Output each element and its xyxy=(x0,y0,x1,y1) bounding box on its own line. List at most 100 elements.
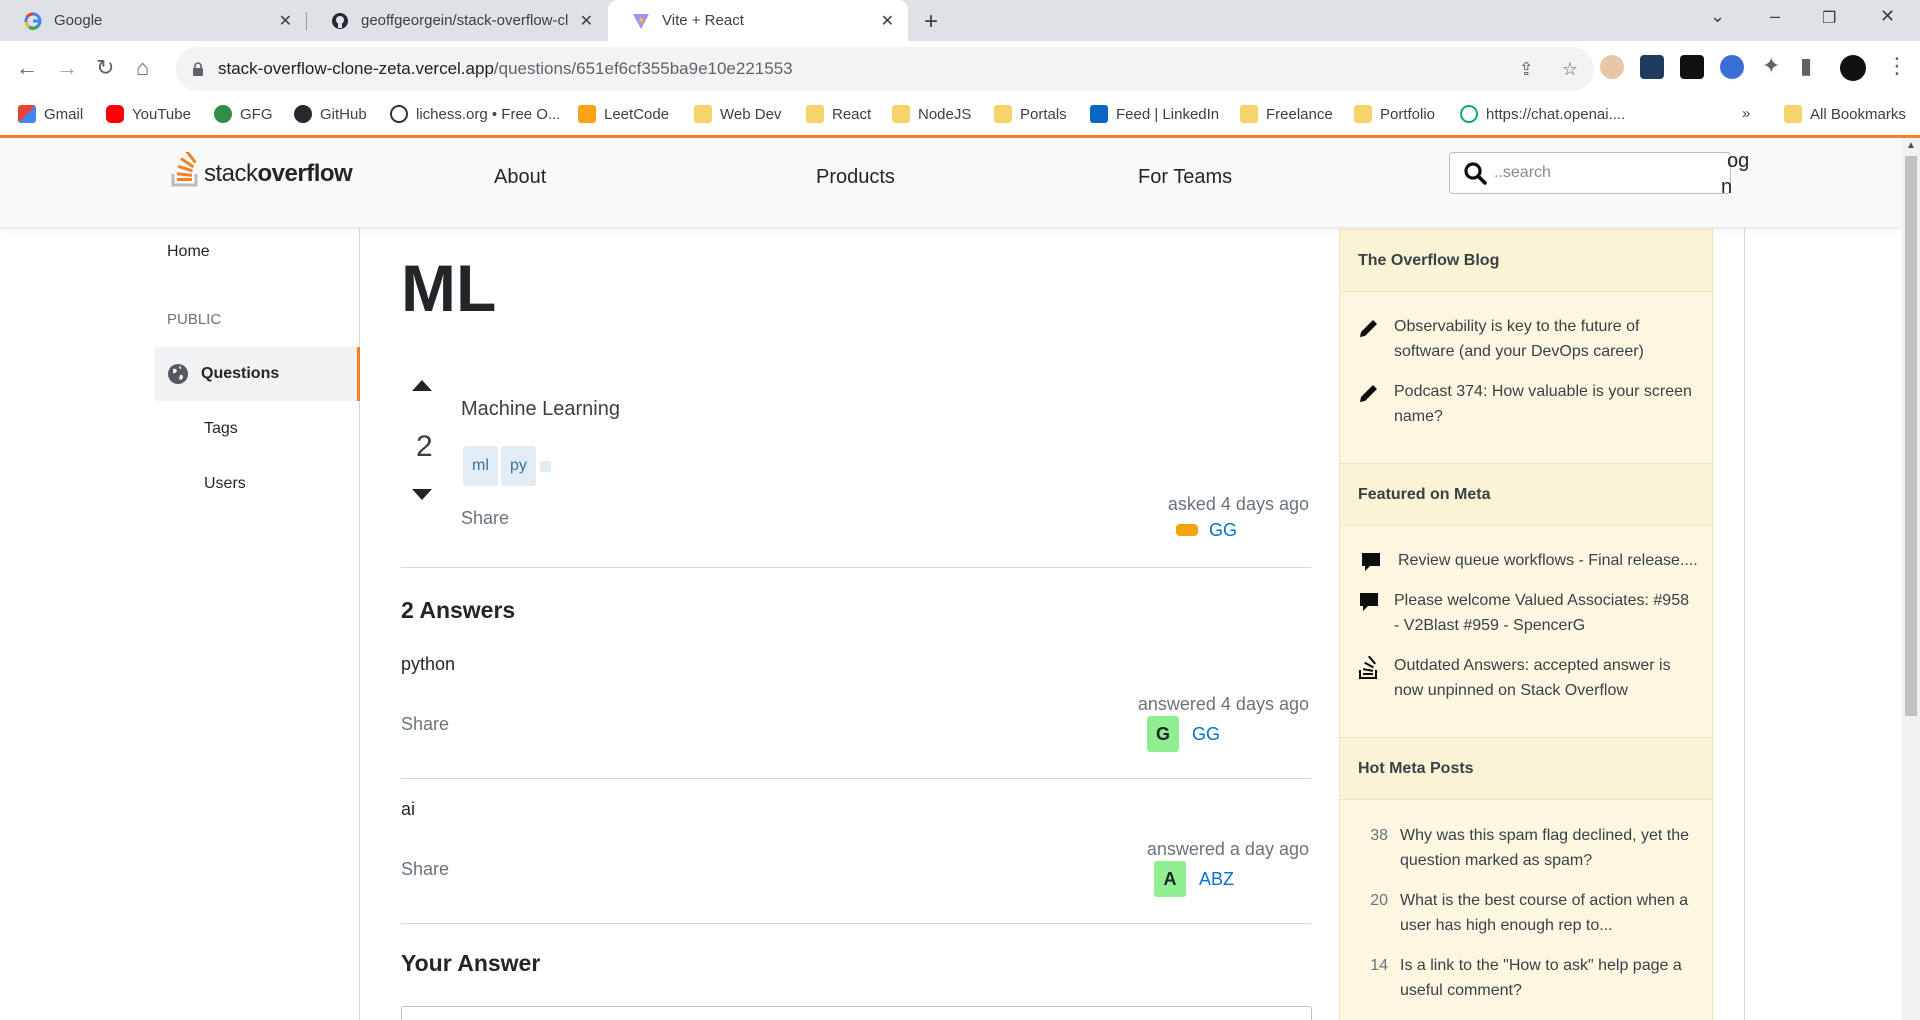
stackoverflow-logo[interactable]: stackoverflow xyxy=(170,152,353,188)
nav-tags[interactable]: Tags xyxy=(204,420,238,438)
blog-item[interactable]: Podcast 374: How valuable is your screen… xyxy=(1358,379,1698,429)
close-tab-icon[interactable]: ✕ xyxy=(881,11,894,31)
folder-icon xyxy=(994,105,1012,123)
answer-body: python xyxy=(401,654,456,674)
meta-item[interactable]: Please welcome Valued Associates: #958 -… xyxy=(1358,588,1698,638)
blog-item[interactable]: Observability is key to the future of so… xyxy=(1358,314,1698,364)
address-bar[interactable]: stack-overflow-clone-zeta.vercel.app/que… xyxy=(176,47,1594,91)
nav-home[interactable]: Home xyxy=(167,243,210,261)
extension-shield-icon[interactable] xyxy=(1720,55,1744,79)
reload-icon[interactable]: ↻ xyxy=(96,55,114,81)
your-answer-heading: Your Answer xyxy=(401,950,541,976)
bookmark-web-dev[interactable]: Web Dev xyxy=(694,105,781,123)
asked-time: asked 4 days ago xyxy=(1167,494,1309,514)
scroll-up-arrow-icon[interactable]: ▲ xyxy=(1906,140,1916,151)
tab-vite-react[interactable]: Vite + React ✕ xyxy=(608,0,908,41)
forward-icon[interactable]: → xyxy=(56,55,78,81)
nav-users[interactable]: Users xyxy=(204,475,246,493)
bookmark-freelance[interactable]: Freelance xyxy=(1240,105,1333,123)
tab-title: geoffgeorgein/stack-overflow-cl xyxy=(361,12,569,29)
bookmark-nodejs[interactable]: NodeJS xyxy=(892,105,971,123)
tab-google[interactable]: Google ✕ xyxy=(0,0,306,41)
answer-user-avatar: A xyxy=(1154,861,1186,897)
answer-textarea[interactable] xyxy=(401,1006,1312,1020)
close-tab-icon[interactable]: ✕ xyxy=(580,11,593,31)
tab-search-icon[interactable]: ⌄ xyxy=(1710,6,1725,27)
close-tab-icon[interactable]: ✕ xyxy=(279,11,292,31)
more-bookmarks-button[interactable]: » xyxy=(1742,105,1750,122)
scrollbar-thumb[interactable] xyxy=(1905,156,1917,716)
comment-bubble-icon xyxy=(1358,548,1394,581)
search-input[interactable] xyxy=(1494,164,1714,182)
meta-item[interactable]: Outdated Answers: accepted answer is now… xyxy=(1358,653,1698,703)
bookmark-star-icon[interactable]: ☆ xyxy=(1562,59,1578,80)
profile-avatar[interactable] xyxy=(1840,55,1866,81)
bookmarks-bar: Gmail YouTube GFG GitHub lichess.org • F… xyxy=(0,97,1920,135)
hot-meta-item[interactable]: 38 Why was this spam flag declined, yet … xyxy=(1358,823,1698,873)
extensions-puzzle-icon[interactable]: ✦ xyxy=(1762,53,1780,79)
bookmark-portals[interactable]: Portals xyxy=(994,105,1067,123)
left-sidebar: Home PUBLIC Questions Tags Users xyxy=(155,227,360,1020)
extension-avatar-icon[interactable] xyxy=(1600,55,1624,79)
page-scrollbar[interactable]: ▲ xyxy=(1902,138,1920,1020)
nav-products[interactable]: Products xyxy=(816,166,895,189)
comment-bubble-icon xyxy=(1358,588,1394,638)
bookmark-leetcode[interactable]: LeetCode xyxy=(578,105,669,123)
restore-button[interactable]: ❐ xyxy=(1822,8,1836,28)
share-page-icon[interactable]: ⇪ xyxy=(1519,59,1534,80)
bookmark-gmail[interactable]: Gmail xyxy=(18,105,83,123)
question-user-link[interactable]: GG xyxy=(1209,520,1237,541)
github-icon xyxy=(294,105,312,123)
answer-user-link[interactable]: GG xyxy=(1192,724,1220,745)
hot-meta-count: 20 xyxy=(1370,892,1388,909)
question-share-link[interactable]: Share xyxy=(461,508,509,529)
bookmark-gfg[interactable]: GFG xyxy=(214,105,273,123)
bookmark-chatgpt[interactable]: https://chat.openai.... xyxy=(1460,105,1625,123)
pencil-icon xyxy=(1358,314,1394,364)
nav-questions[interactable]: Questions xyxy=(155,347,360,401)
answer-user-link[interactable]: ABZ xyxy=(1199,869,1234,890)
question-user-avatar xyxy=(1176,524,1198,536)
site-header: stackoverflow About Products For Teams o… xyxy=(0,138,1902,227)
tag-ml[interactable]: ml xyxy=(463,446,498,486)
minimize-button[interactable]: – xyxy=(1770,6,1780,27)
bookmark-lichess[interactable]: lichess.org • Free O... xyxy=(390,105,560,123)
github-icon xyxy=(331,12,349,30)
answer-user-avatar: G xyxy=(1147,716,1179,752)
login-link-clipped[interactable]: og n xyxy=(1721,148,1749,200)
stackoverflow-icon xyxy=(1358,653,1394,703)
answer-time: answered 4 days ago xyxy=(1137,694,1309,714)
bookmark-github[interactable]: GitHub xyxy=(294,105,367,123)
tag-py[interactable]: py xyxy=(501,446,536,486)
side-panel-icon[interactable]: ▮ xyxy=(1800,53,1812,79)
new-tab-button[interactable]: + xyxy=(924,8,938,36)
globe-icon xyxy=(168,364,188,384)
bookmark-linkedin[interactable]: Feed | LinkedIn xyxy=(1090,105,1219,123)
blog-heading: The Overflow Blog xyxy=(1340,229,1712,292)
youtube-icon xyxy=(106,105,124,123)
hot-meta-item[interactable]: 20 What is the best course of action whe… xyxy=(1358,888,1698,938)
extension-icon[interactable] xyxy=(1680,55,1704,79)
all-bookmarks[interactable]: All Bookmarks xyxy=(1784,105,1906,123)
home-icon[interactable]: ⌂ xyxy=(136,55,149,81)
downvote-icon[interactable] xyxy=(410,486,434,509)
answer-share-link[interactable]: Share xyxy=(401,714,449,735)
tab-github[interactable]: geoffgeorgein/stack-overflow-cl ✕ xyxy=(307,0,607,41)
answer-share-link[interactable]: Share xyxy=(401,859,449,880)
nav-for-teams[interactable]: For Teams xyxy=(1138,166,1232,189)
browser-tab-strip: Google ✕ geoffgeorgein/stack-overflow-cl… xyxy=(0,0,1920,41)
leetcode-icon xyxy=(578,105,596,123)
meta-item[interactable]: Review queue workflows - Final release..… xyxy=(1358,548,1698,581)
nav-about[interactable]: About xyxy=(494,166,546,189)
react-devtools-icon[interactable] xyxy=(1640,55,1664,79)
bookmark-react[interactable]: React xyxy=(806,105,871,123)
bookmark-portfolio[interactable]: Portfolio xyxy=(1354,105,1435,123)
bookmark-youtube[interactable]: YouTube xyxy=(106,105,191,123)
search-bar[interactable] xyxy=(1449,152,1731,194)
menu-kebab-icon[interactable]: ⋮ xyxy=(1886,53,1908,79)
close-window-button[interactable]: ✕ xyxy=(1880,6,1895,27)
hot-meta-item[interactable]: 14 Is a link to the "How to ask" help pa… xyxy=(1358,953,1698,1003)
lichess-icon xyxy=(390,105,408,123)
back-icon[interactable]: ← xyxy=(16,55,38,81)
upvote-icon[interactable] xyxy=(410,376,434,399)
